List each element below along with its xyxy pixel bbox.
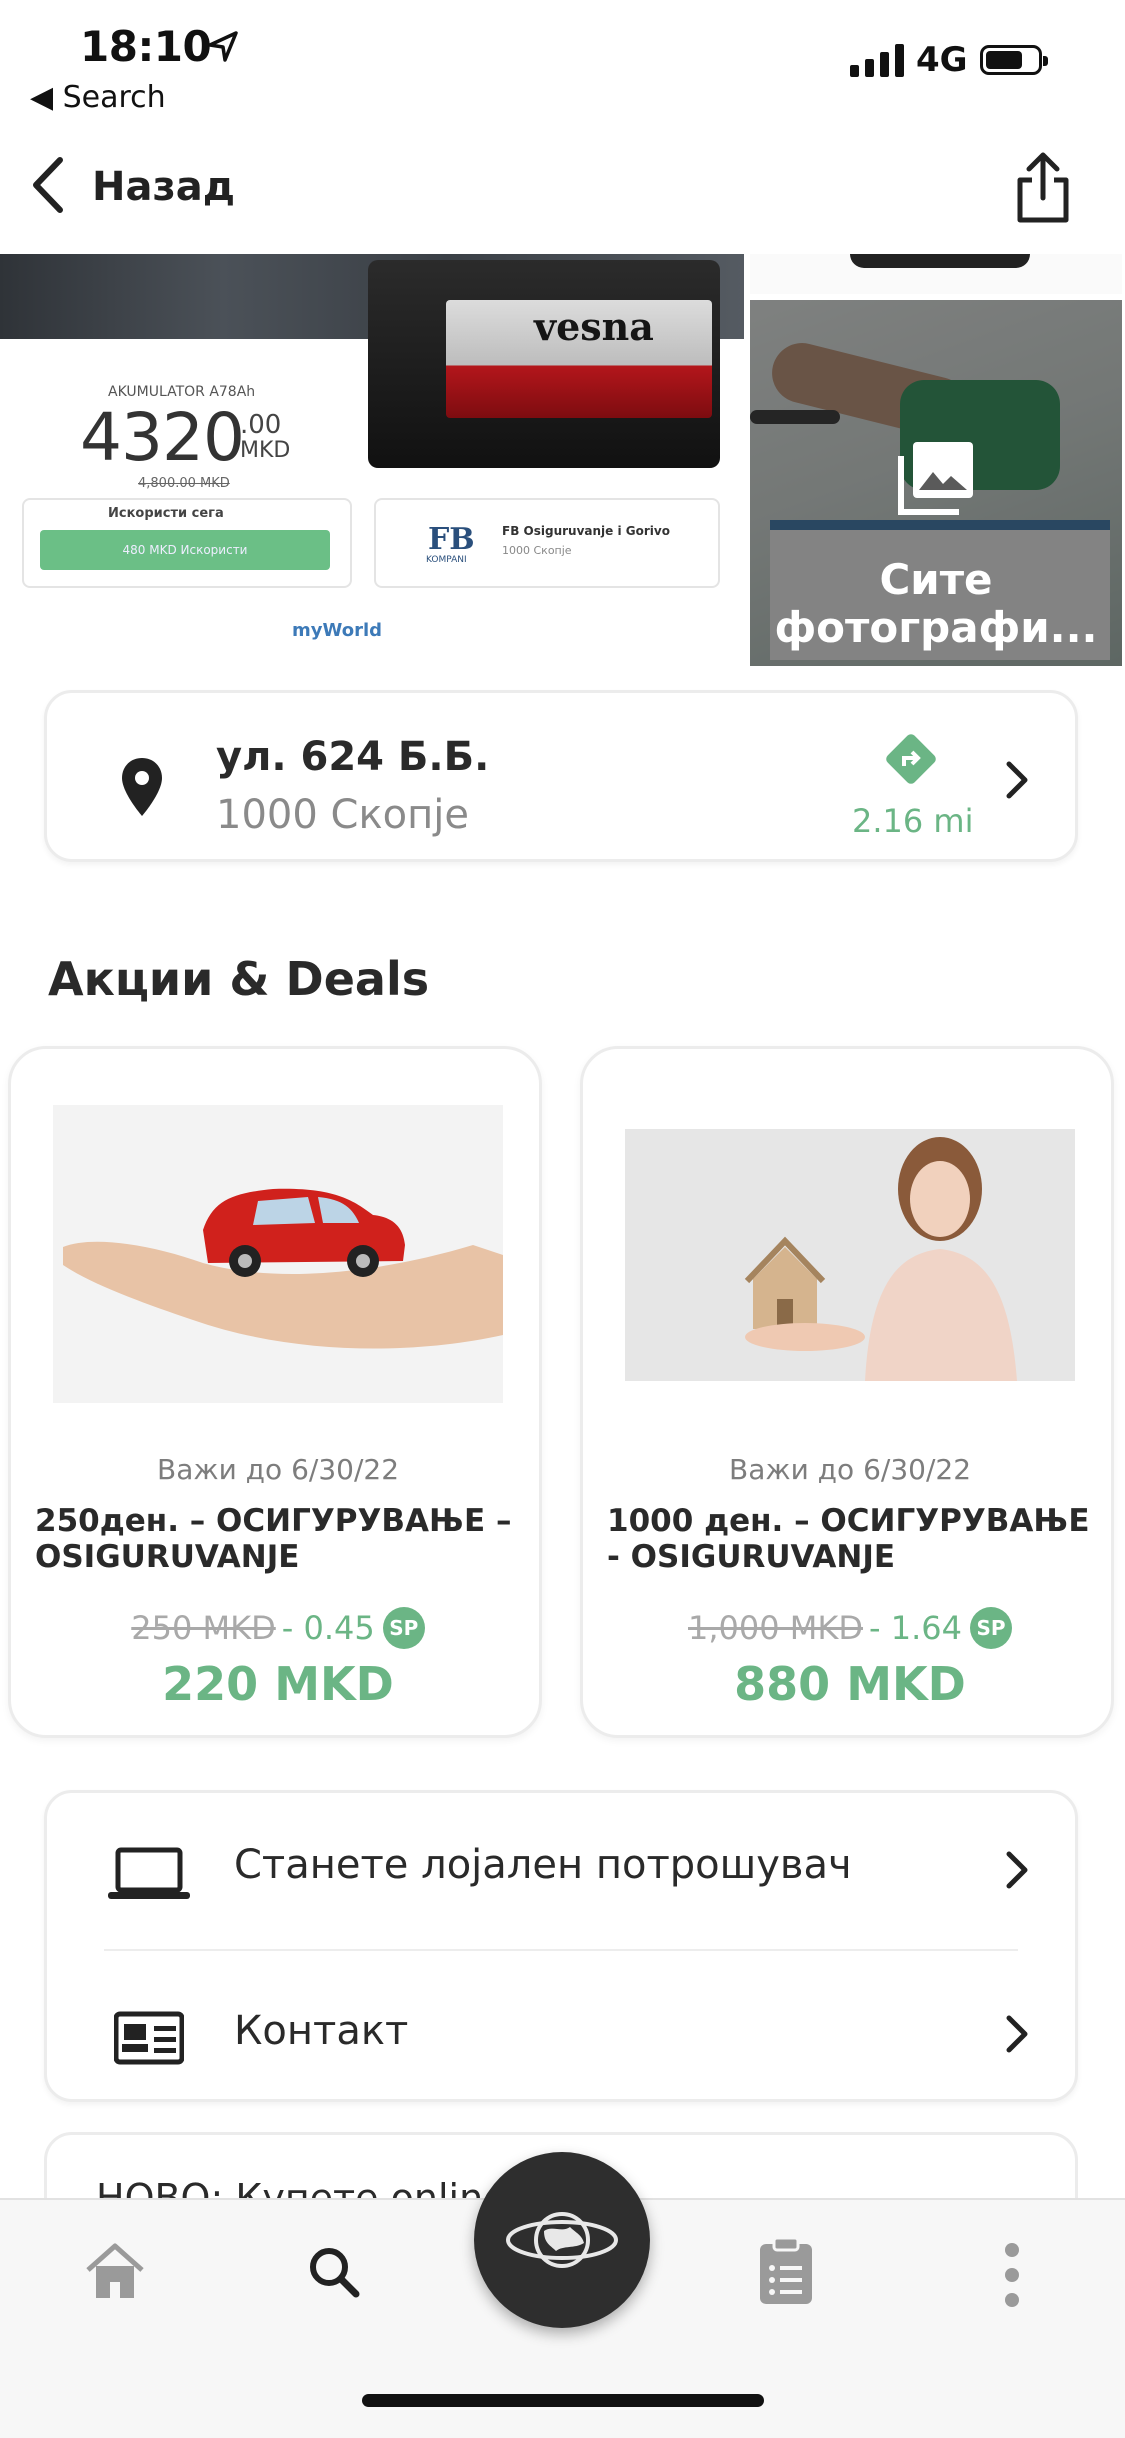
deal-points: - 0.45 [281, 1609, 375, 1647]
deal-price: 880 MKD [734, 1657, 966, 1711]
contact-card-icon [113, 2010, 185, 2070]
signal-icon [850, 43, 904, 77]
deal-title: 250ден. – ОСИГУРУВАЊЕ – OSIGURUVANJE [35, 1503, 512, 1575]
distance-label: 2.16 mi [852, 802, 974, 840]
status-time: 18:10 [80, 22, 212, 71]
banner-price-cents: .00 [240, 410, 282, 440]
deal-price: 220 MKD [162, 1657, 394, 1711]
banner-partner-logo-sub: KOMPANI [426, 555, 467, 565]
back-chevron-icon[interactable] [22, 150, 72, 224]
deal-image-car [53, 1105, 503, 1403]
search-icon[interactable] [306, 2244, 362, 2304]
deal-points: - 1.64 [869, 1609, 962, 1647]
home-icon[interactable] [82, 2242, 148, 2306]
sp-badge-icon: SP [969, 1607, 1012, 1649]
deal-image-house [625, 1129, 1075, 1381]
banner-partner-card [374, 498, 720, 588]
deals-section-title: Акции & Deals [48, 952, 430, 1006]
banner-partner-name: FB Osiguruvanje i Gorivo [502, 524, 670, 538]
deal-title: 1000 ден. – ОСИГУРУВАЊЕ - OSIGURUVANJE [607, 1503, 1090, 1575]
menu-divider [104, 1949, 1018, 1951]
banner-cta-button: 480 MKD Искористи [40, 530, 330, 570]
battery-product-image [368, 260, 720, 468]
more-icon[interactable] [1000, 2240, 1024, 2314]
banner-brand: vesna [534, 304, 654, 349]
all-photos-button[interactable]: Сите фотографи... [750, 556, 1122, 652]
banner-cta-title: Искористи сега [108, 506, 224, 521]
deal-card[interactable]: Важи до 6/30/22 1000 ден. – ОСИГУРУВАЊЕ … [580, 1046, 1114, 1738]
sp-badge-icon: SP [382, 1607, 425, 1649]
battery-icon [979, 45, 1048, 75]
banner-partner-logo: FB [428, 522, 475, 557]
main-photo[interactable]: vesna AKUMULATOR A78Ah 4320 .00 MKD 4,80… [0, 254, 744, 666]
banner-product-name: AKUMULATOR A78Ah [108, 384, 256, 400]
location-pin-icon [120, 756, 164, 822]
banner-currency: MKD [240, 438, 291, 463]
photo-gallery-icon [895, 440, 975, 520]
chevron-right-icon[interactable] [1002, 1848, 1032, 1896]
back-button[interactable]: Назад [92, 164, 235, 210]
deal-old-price-row: 1,000 MKD - 1.64 SP [583, 1607, 1117, 1649]
status-indicators: 4G [850, 40, 1048, 80]
secondary-photo-strip[interactable] [750, 254, 1122, 294]
address-chevron-icon[interactable] [1002, 758, 1032, 806]
location-arrow-icon [206, 30, 240, 68]
info-menu-card [44, 1790, 1078, 2102]
banner-partner-location: 1000 Скопје [502, 544, 572, 557]
menu-item-contact[interactable]: Контакт [234, 2008, 408, 2054]
back-to-search-link[interactable]: ◀ Search [30, 80, 166, 115]
deal-valid-until: Важи до 6/30/22 [156, 1453, 400, 1486]
menu-item-loyal-customer[interactable]: Станете лојален потрошувач [234, 1842, 852, 1888]
banner-old-price: 4,800.00 MKD [138, 476, 230, 491]
network-type: 4G [916, 40, 968, 80]
share-icon[interactable] [1010, 150, 1076, 230]
chevron-right-icon[interactable] [1002, 2012, 1032, 2060]
deal-valid-until: Важи до 6/30/22 [728, 1453, 972, 1486]
directions-icon[interactable] [880, 728, 942, 794]
deal-old-price-row: 250 MKD - 0.45 SP [11, 1607, 545, 1649]
address-street: ул. 624 Б.Б. [216, 734, 490, 780]
banner-myworld-logo: myWorld [292, 620, 382, 641]
home-indicator [362, 2394, 764, 2407]
shopping-list-icon[interactable] [756, 2234, 816, 2312]
deal-old-price: 1,000 MKD [688, 1609, 864, 1647]
laptop-icon [106, 1846, 192, 1906]
banner-price: 4320 [80, 399, 245, 476]
address-city: 1000 Скопје [216, 792, 469, 838]
deal-old-price: 250 MKD [131, 1609, 276, 1647]
deal-card[interactable]: Важи до 6/30/22 250ден. – ОСИГУРУВАЊЕ – … [8, 1046, 542, 1738]
myworld-globe-icon[interactable] [474, 2152, 650, 2328]
